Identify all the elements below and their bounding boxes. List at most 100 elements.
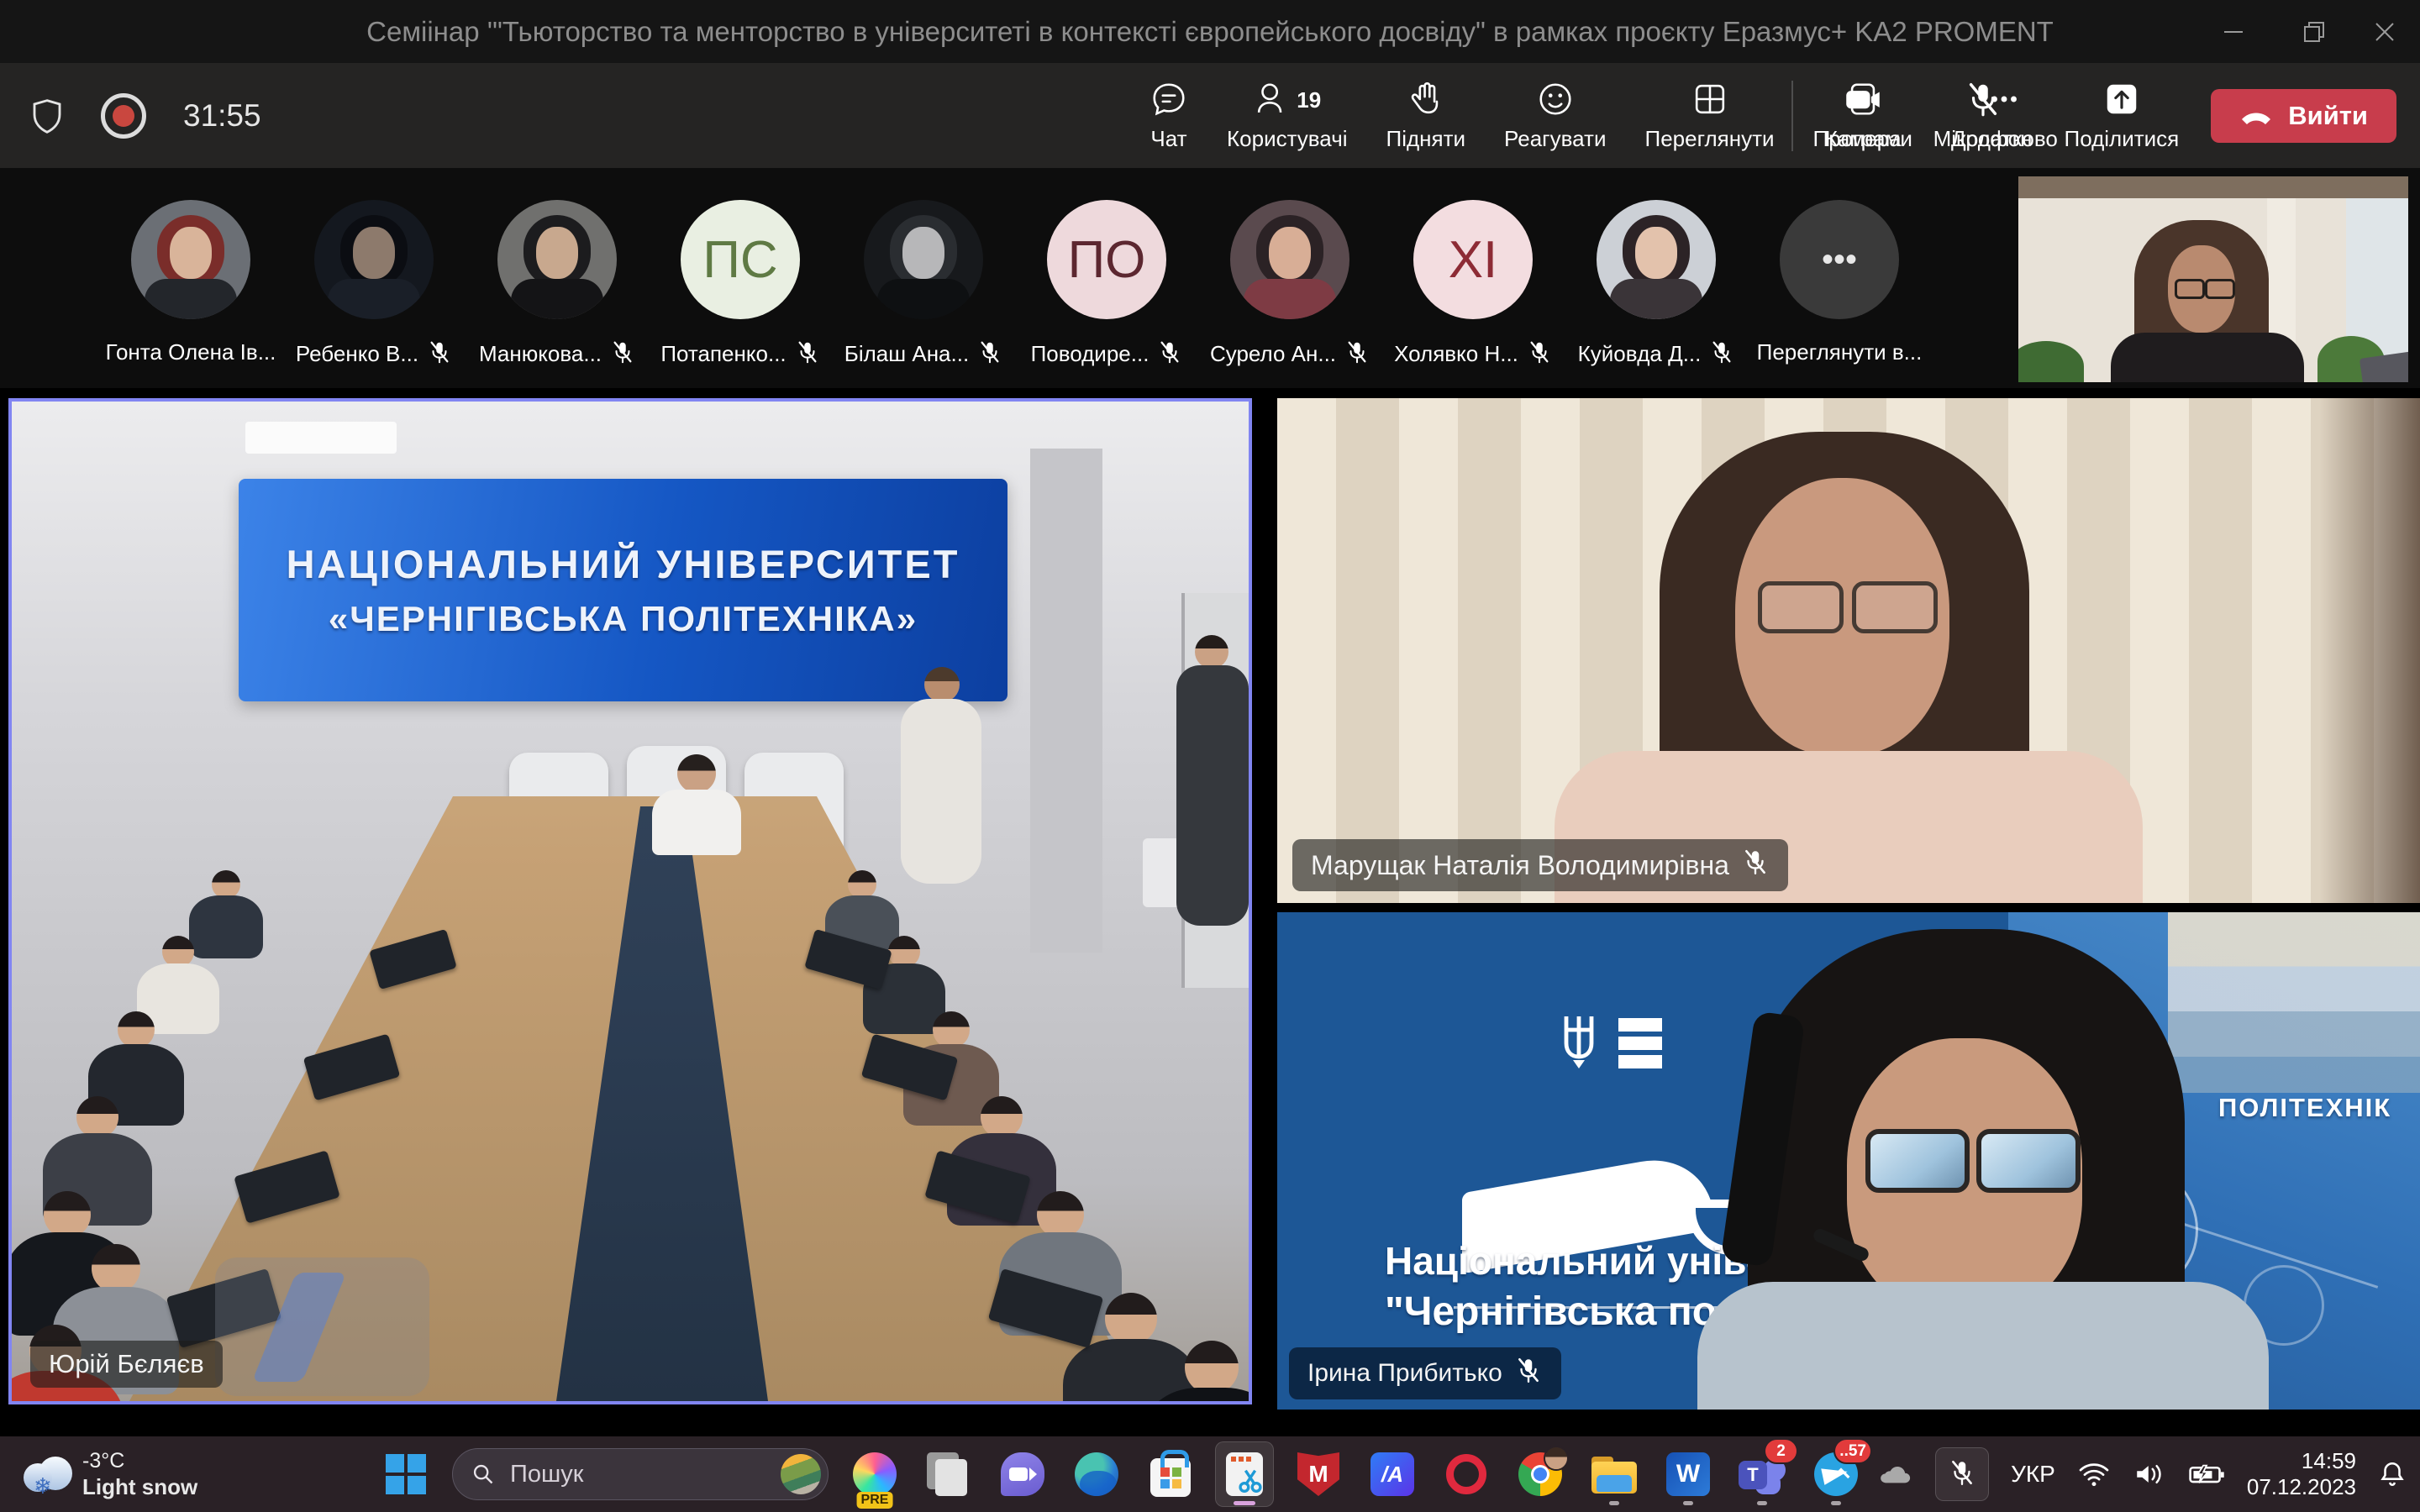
participant-tile[interactable]: ПОПоводире...: [1015, 200, 1198, 369]
hangup-phone-icon: [2239, 106, 2273, 126]
weather-temp: -3°C: [82, 1448, 197, 1473]
word-taskbar-button[interactable]: W: [1659, 1441, 1718, 1507]
mic-off-icon: [427, 339, 452, 365]
participant-tile[interactable]: Куйовда Д...: [1565, 200, 1748, 369]
restore-button[interactable]: [2296, 15, 2333, 49]
person-silhouette: [118, 1011, 155, 1048]
name-tag-marushchak: Марущак Наталія Володимирівна: [1292, 839, 1788, 891]
video-stage: НАЦІОНАЛЬНИЙ УНІВЕРСИТЕТ «ЧЕРНІГІВСЬКА П…: [0, 388, 2420, 1436]
glasses-left-lens: [2175, 279, 2205, 299]
mic-off-icon: [795, 339, 820, 369]
self-view-video[interactable]: [2018, 176, 2408, 382]
participant-tile[interactable]: ХІХолявко Н...: [1381, 200, 1565, 369]
participant-tile[interactable]: Гонта Олена Ів...: [99, 200, 282, 365]
plant-left: [2018, 341, 2084, 382]
chrome-profile-taskbar-button[interactable]: [1511, 1441, 1570, 1507]
language-indicator[interactable]: УКР: [2011, 1461, 2055, 1488]
participant-tile[interactable]: Манюкова...: [466, 200, 649, 369]
chevron-up-icon[interactable]: [1828, 1461, 1854, 1488]
mcafee-taskbar-button[interactable]: M: [1289, 1441, 1348, 1507]
microphone-button[interactable]: Мікрофон: [1933, 63, 2033, 168]
participant-tile[interactable]: Сурело Ан...: [1198, 200, 1381, 369]
pinned-apps: PREM/AWT2..57: [845, 1441, 1865, 1507]
mic-off-icon: [1527, 339, 1552, 369]
bell-icon[interactable]: [2378, 1460, 2407, 1488]
chat-button[interactable]: Чат: [1150, 63, 1188, 168]
participant-tile[interactable]: Білаш Ана...: [832, 200, 1015, 369]
mic-off-icon: [1527, 339, 1552, 365]
blue-a-app-taskbar-button[interactable]: /A: [1363, 1441, 1422, 1507]
participants-button[interactable]: 19 Користувачі: [1227, 63, 1348, 168]
participant-name-row: Куйовда Д...: [1578, 339, 1735, 369]
person-silhouette: [652, 790, 741, 855]
main-speaker-name-tag: Юрій Бєляєв: [30, 1341, 223, 1388]
standing-person: [1195, 635, 1228, 669]
volume-icon[interactable]: [2133, 1461, 2166, 1488]
glasses-left-lens: [1865, 1129, 1970, 1193]
raise-hand-button[interactable]: Підняти: [1386, 63, 1466, 168]
person-silhouette: [933, 1011, 970, 1048]
share-button[interactable]: Поділитися: [2065, 63, 2180, 168]
person-silhouette: [888, 936, 920, 968]
file-explorer-taskbar-button[interactable]: [1585, 1441, 1644, 1507]
snipping-tool-taskbar-button[interactable]: [1215, 1441, 1274, 1507]
toolbar-right: Камера Мікрофон Поділитися Вийти: [1791, 63, 2396, 168]
mic-off-icon: [1964, 80, 2002, 118]
participant-avatar: ПС: [681, 200, 800, 319]
running-indicator: [1609, 1501, 1619, 1505]
person-silhouette: [1105, 1293, 1157, 1345]
clock[interactable]: 14:59 07.12.2023: [2247, 1448, 2356, 1500]
camera-button[interactable]: Камера: [1825, 63, 1902, 168]
ceiling-light: [245, 422, 397, 454]
participant-tile[interactable]: ПСПотапенко...: [649, 200, 832, 369]
opera-icon: [1446, 1454, 1486, 1494]
leave-button[interactable]: Вийти: [2211, 89, 2396, 143]
tray-time: 14:59: [2247, 1448, 2356, 1474]
chat-app-taskbar-button[interactable]: [993, 1441, 1052, 1507]
video-tile-prybytko[interactable]: ПОЛІТЕХНІК Національний універ "Чернігів…: [1277, 912, 2420, 1410]
running-indicator: [1683, 1501, 1693, 1505]
copilot-taskbar-button[interactable]: PRE: [845, 1441, 904, 1507]
participant-name-row: Гонта Олена Ів...: [106, 339, 276, 365]
main-video-tile[interactable]: НАЦІОНАЛЬНИЙ УНІВЕРСИТЕТ «ЧЕРНІГІВСЬКА П…: [8, 398, 1252, 1404]
teams-taskbar-button[interactable]: T2: [1733, 1441, 1791, 1507]
mic-off-icon: [1157, 339, 1182, 369]
video-tile-marushchak[interactable]: Марущак Наталія Володимирівна: [1277, 398, 2420, 903]
search-placeholder: Пошук: [510, 1461, 583, 1488]
participant-tile[interactable]: Ребенко В...: [282, 200, 466, 369]
standing-person: [924, 667, 960, 702]
search-box[interactable]: Пошук: [452, 1448, 829, 1500]
camera-icon: [1843, 80, 1883, 118]
mic-off-icon: [427, 339, 452, 369]
snipping-tool-icon: [1226, 1452, 1263, 1496]
person-silhouette: [677, 754, 716, 793]
weather-desc: Light snow: [82, 1473, 197, 1500]
store-icon: [1150, 1452, 1191, 1497]
opera-taskbar-button[interactable]: [1437, 1441, 1496, 1507]
notification-badge: 2: [1765, 1440, 1797, 1462]
tray-mic-muted-button[interactable]: [1935, 1447, 1989, 1501]
grid-view-icon: [1691, 80, 1729, 118]
mic-off-icon: [1948, 1458, 1976, 1487]
store-taskbar-button[interactable]: [1141, 1441, 1200, 1507]
start-button[interactable]: [376, 1441, 435, 1507]
edge-taskbar-button[interactable]: [1067, 1441, 1126, 1507]
wifi-icon[interactable]: [2077, 1461, 2111, 1488]
battery-icon[interactable]: [2188, 1461, 2225, 1488]
view-button[interactable]: Переглянути: [1645, 63, 1775, 168]
participant-tile[interactable]: •••Переглянути в...: [1748, 200, 1931, 365]
weather-widget[interactable]: ❄ -3°C Light snow: [20, 1436, 197, 1512]
name-tag-prybytko: Ірина Прибитько: [1289, 1347, 1561, 1399]
system-tray: УКР 14:59 07.12.2023: [1828, 1436, 2407, 1512]
copilot-icon: [853, 1452, 897, 1496]
toolbar-left: 31:55: [30, 63, 261, 168]
close-button[interactable]: [2366, 15, 2403, 49]
mic-off-icon: [1514, 1356, 1543, 1391]
participant-name-row: Білаш Ана...: [844, 339, 1002, 369]
onedrive-icon[interactable]: [1876, 1461, 1913, 1488]
glasses-right-lens: [2205, 279, 2235, 299]
task-view-taskbar-button[interactable]: [919, 1441, 978, 1507]
bing-daily-image: [781, 1454, 821, 1494]
react-button[interactable]: Реагувати: [1504, 63, 1606, 168]
minimize-button[interactable]: [2215, 15, 2252, 49]
